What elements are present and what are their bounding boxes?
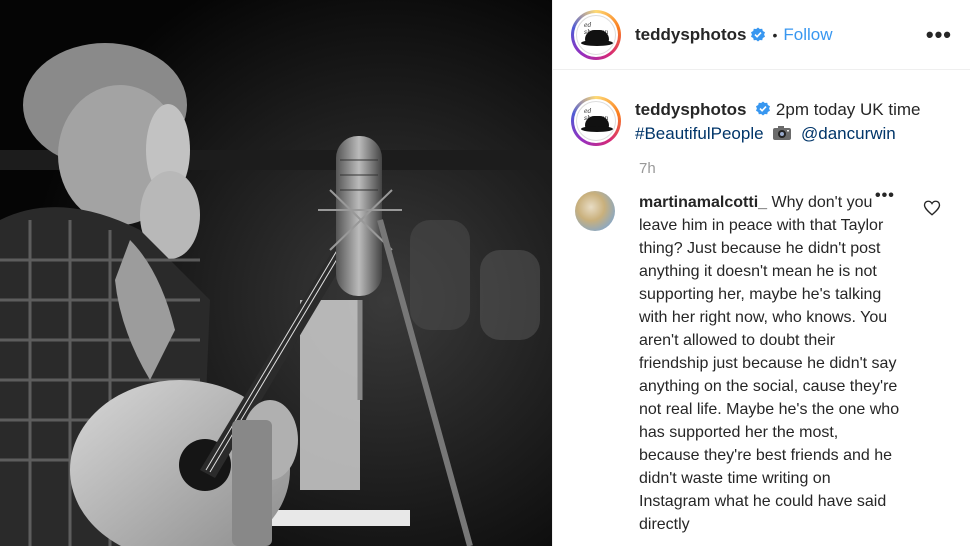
post-sidebar: ed sheeran teddysphotos • Follow ••• ed …	[552, 0, 970, 546]
verified-badge-icon	[751, 27, 766, 41]
mention-link[interactable]: @dancurwin	[801, 124, 896, 143]
comment-item: martinamalcotti_ Why don't you leave him…	[553, 177, 970, 536]
verified-badge-icon	[756, 101, 771, 116]
photo-image	[0, 0, 552, 546]
caption-avatar[interactable]: ed sheeran	[571, 96, 621, 146]
post-timestamp[interactable]: 7h	[639, 160, 970, 177]
commenter-avatar[interactable]	[575, 191, 615, 231]
commenter-username[interactable]: martinamalcotti_	[639, 194, 767, 211]
comment-text: Why don't you leave him in peace with th…	[639, 194, 900, 533]
post-header: ed sheeran teddysphotos • Follow •••	[553, 0, 970, 70]
hashtag-link[interactable]: #BeautifulPeople	[635, 124, 764, 143]
author-avatar[interactable]: ed sheeran	[571, 9, 621, 60]
more-options-icon[interactable]: •••	[926, 23, 952, 46]
caption-text: teddysphotos 2pm today UK time #Beautifu…	[635, 96, 920, 146]
caption-username[interactable]: teddysphotos	[635, 100, 746, 119]
separator-dot: •	[772, 26, 778, 43]
follow-button[interactable]: Follow	[783, 25, 832, 45]
caption-message: 2pm today UK time	[775, 100, 921, 119]
camera-emoji-icon	[773, 126, 792, 140]
post-caption: ed sheeran teddysphotos 2pm today UK tim…	[553, 70, 970, 146]
heart-like-icon[interactable]	[923, 199, 941, 217]
post-photo[interactable]	[0, 0, 552, 546]
comment-more-icon[interactable]: •••	[875, 187, 895, 205]
author-username[interactable]: teddysphotos	[635, 25, 746, 45]
comment-body: martinamalcotti_ Why don't you leave him…	[639, 191, 901, 536]
